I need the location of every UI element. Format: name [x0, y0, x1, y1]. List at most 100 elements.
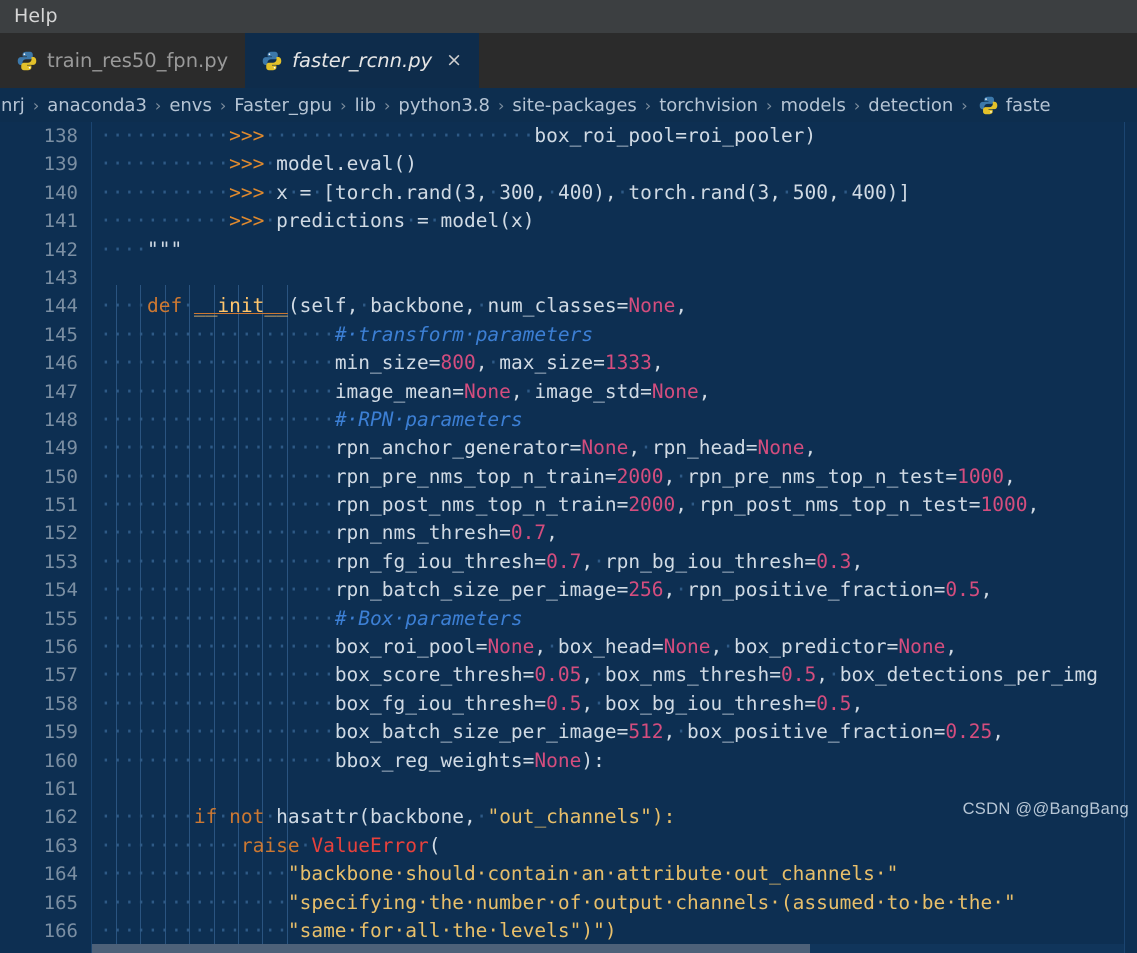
breadcrumb-item-0[interactable]: inrj: [0, 95, 26, 116]
code-line-text: ····················box_roi_pool=None,·b…: [100, 635, 958, 659]
line-number: 138: [43, 125, 78, 147]
code-line[interactable]: 165 ················"specifying·the·numbe…: [0, 889, 1137, 917]
code-line[interactable]: 139 ···········>>>·model.eval(): [0, 150, 1137, 178]
code-line[interactable]: 166 ················"same·for·all·the·lev…: [0, 917, 1137, 945]
code-line-text: ····················rpn_fg_iou_thresh=0.…: [100, 549, 864, 573]
python-file-icon: [17, 51, 37, 71]
line-number: 153: [43, 550, 78, 573]
code-line-text: ····················image_mean=None,·ima…: [100, 379, 711, 403]
code-line-text: ············raise·ValueError(: [100, 833, 441, 857]
code-line-text: ····················rpn_anchor_generator…: [100, 436, 817, 460]
breadcrumb-separator-icon: ›: [644, 95, 652, 115]
breadcrumb-separator-icon: ›: [219, 95, 227, 115]
python-file-icon: [262, 51, 282, 71]
breadcrumb-item-8[interactable]: models: [779, 95, 846, 116]
line-number: 158: [43, 692, 78, 715]
code-line-text: ···········>>>·······················box…: [100, 124, 817, 147]
code-line-text: ····················bbox_reg_weights=Non…: [100, 748, 605, 772]
code-line-text: ···········>>>·predictions·=·model(x): [100, 209, 535, 233]
line-number: 143: [43, 266, 78, 289]
breadcrumb-separator-icon: ›: [384, 95, 391, 115]
code-line[interactable]: 138 ···········>>>·······················…: [0, 122, 1137, 150]
code-line-text: ····················rpn_batch_size_per_i…: [100, 578, 993, 602]
tab-train-res50-fpn[interactable]: train_res50_fpn.py: [0, 33, 246, 88]
code-line-text: ····""": [100, 237, 183, 261]
code-line[interactable]: 157 ····················box_score_thresh=…: [0, 661, 1137, 689]
menu-item-help[interactable]: Help: [0, 0, 68, 33]
horizontal-scrollbar-thumb[interactable]: [92, 944, 810, 953]
breadcrumb-item-2[interactable]: envs: [168, 95, 213, 116]
line-number: 144: [43, 295, 78, 318]
code-line-text: ········if·not·hasattr(backbone,·"out_ch…: [100, 805, 676, 829]
watermark-text: CSDN @@BangBang: [962, 800, 1129, 818]
code-line[interactable]: 160 ····················bbox_reg_weights=…: [0, 747, 1137, 775]
tab-label: faster_rcnn.py: [292, 49, 433, 72]
tab-label: train_res50_fpn.py: [47, 49, 229, 72]
line-number: 165: [43, 891, 78, 914]
line-number: 150: [43, 465, 78, 488]
code-line-text: ····················box_batch_size_per_i…: [100, 720, 1005, 744]
breadcrumb-separator-icon: ›: [853, 95, 861, 115]
code-line[interactable]: 146 ····················min_size=800,·max…: [0, 349, 1137, 377]
tab-faster-rcnn[interactable]: faster_rcnn.py ×: [245, 33, 480, 88]
code-line-text: ····················rpn_nms_thresh=0.7,: [100, 521, 558, 545]
code-line-text: ················"backbone·should·contain…: [100, 862, 899, 886]
code-line[interactable]: 156 ····················box_roi_pool=None…: [0, 633, 1137, 661]
breadcrumb-item-3[interactable]: Faster_gpu: [233, 95, 333, 116]
code-line[interactable]: 152 ····················rpn_nms_thresh=0.…: [0, 519, 1137, 547]
code-line[interactable]: 143: [0, 264, 1137, 292]
menu-bar: Help: [0, 0, 1137, 33]
code-line[interactable]: 150 ····················rpn_pre_nms_top_n…: [0, 463, 1137, 491]
code-line[interactable]: 159 ····················box_batch_size_pe…: [0, 718, 1137, 746]
line-number: 159: [43, 721, 78, 744]
breadcrumb-item-5[interactable]: python3.8: [397, 95, 491, 116]
code-line[interactable]: 151 ····················rpn_post_nms_top_…: [0, 491, 1137, 519]
line-number: 146: [43, 352, 78, 375]
code-line-text: ····················rpn_pre_nms_top_n_tr…: [100, 464, 1016, 488]
editor-tab-bar: train_res50_fpn.py faster_rcnn.py ×: [0, 33, 1137, 88]
line-number: 151: [43, 494, 78, 517]
python-file-icon: [979, 96, 998, 115]
line-number: 155: [43, 607, 78, 630]
code-line-text: ····················#·RPN·parameters: [100, 407, 523, 431]
code-line[interactable]: 153 ····················rpn_fg_iou_thresh…: [0, 548, 1137, 576]
line-number: 161: [43, 777, 78, 800]
breadcrumb-item-9[interactable]: detection: [867, 95, 954, 116]
breadcrumb-item-6[interactable]: site-packages: [511, 95, 637, 116]
line-number: 157: [43, 664, 78, 687]
code-line[interactable]: 148 ····················#·RPN·parameters: [0, 406, 1137, 434]
line-number: 142: [43, 238, 78, 261]
code-editor[interactable]: 138 ···········>>>·······················…: [0, 122, 1137, 953]
code-line[interactable]: 164 ················"backbone·should·cont…: [0, 860, 1137, 888]
code-line-text: ················"specifying·the·number·o…: [100, 890, 1016, 914]
code-line[interactable]: 163 ············raise·ValueError(: [0, 832, 1137, 860]
close-icon[interactable]: ×: [446, 51, 462, 70]
code-line-text: ················"same·for·all·the·levels…: [100, 918, 617, 942]
code-line[interactable]: 147 ····················image_mean=None,·…: [0, 378, 1137, 406]
code-line[interactable]: 154 ····················rpn_batch_size_pe…: [0, 576, 1137, 604]
code-line[interactable]: 144 ····def·__init__(self,·backbone,·num_…: [0, 292, 1137, 320]
code-line[interactable]: 145 ····················#·transform·param…: [0, 321, 1137, 349]
breadcrumb-item-1[interactable]: anaconda3: [46, 95, 148, 116]
breadcrumb-separator-icon: ›: [340, 95, 347, 115]
line-number: 139: [43, 153, 78, 176]
code-line[interactable]: 140 ···········>>>·x·=·[torch.rand(3,·300…: [0, 179, 1137, 207]
code-lines[interactable]: 138 ···········>>>·······················…: [0, 122, 1137, 953]
code-line-text: ····················box_fg_iou_thresh=0.…: [100, 691, 864, 715]
code-line[interactable]: 149 ····················rpn_anchor_genera…: [0, 434, 1137, 462]
line-number: 152: [43, 522, 78, 545]
breadcrumb-item-4[interactable]: lib: [354, 95, 377, 116]
line-number: 166: [43, 919, 78, 942]
code-line-text: ····················rpn_post_nms_top_n_t…: [100, 493, 1040, 517]
line-number: 154: [43, 579, 78, 602]
breadcrumb-item-7[interactable]: torchvision: [658, 95, 759, 116]
code-line-text: ····················min_size=800,·max_si…: [100, 351, 664, 375]
line-number: 156: [43, 636, 78, 659]
code-line[interactable]: 141 ···········>>>·predictions·=·model(x): [0, 207, 1137, 235]
code-line-text: ···········>>>·x·=·[torch.rand(3,·300,·4…: [100, 180, 911, 204]
code-line[interactable]: 142 ····""": [0, 236, 1137, 264]
breadcrumb-item-file[interactable]: faste: [1005, 95, 1052, 116]
code-line[interactable]: 158 ····················box_fg_iou_thresh…: [0, 690, 1137, 718]
code-line[interactable]: 155 ····················#·Box·parameters: [0, 605, 1137, 633]
line-number: 140: [43, 181, 78, 204]
